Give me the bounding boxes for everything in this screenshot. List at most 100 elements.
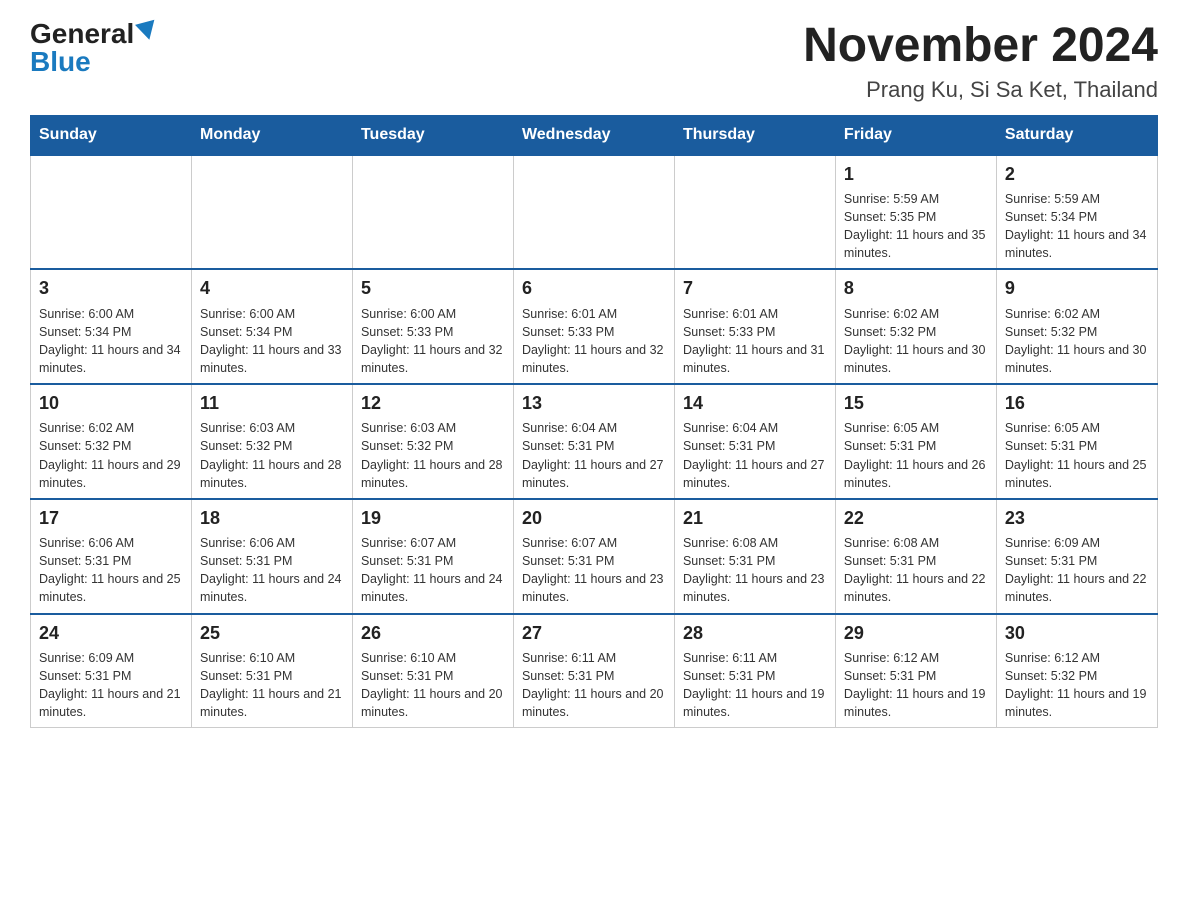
day-info: Sunrise: 6:10 AMSunset: 5:31 PMDaylight:… [361,649,505,722]
day-number: 14 [683,391,827,416]
calendar-day-cell: 23Sunrise: 6:09 AMSunset: 5:31 PMDayligh… [996,499,1157,614]
calendar-day-cell: 17 Sunrise: 6:06 AMSunset: 5:31 PMDayligh… [31,499,192,614]
day-info: Sunrise: 6:07 AMSunset: 5:31 PMDaylight:… [361,534,505,607]
calendar-day-cell: 13 Sunrise: 6:04 AMSunset: 5:31 PMDayligh… [513,384,674,499]
day-info: Sunrise: 6:00 AMSunset: 5:33 PMDaylight:… [361,305,505,378]
day-number: 30 [1005,621,1149,646]
day-info: Sunrise: 5:59 AMSunset: 5:35 PMDaylight:… [844,190,988,263]
day-number: 17 [39,506,183,531]
day-number: 3 [39,276,183,301]
calendar-day-cell: 6 Sunrise: 6:01 AMSunset: 5:33 PMDaylight… [513,269,674,384]
day-info: Sunrise: 6:08 AMSunset: 5:31 PMDaylight:… [844,534,988,607]
day-info: Sunrise: 6:00 AMSunset: 5:34 PMDaylight:… [200,305,344,378]
calendar-day-cell: 29Sunrise: 6:12 AMSunset: 5:31 PMDayligh… [835,614,996,728]
calendar-table: SundayMondayTuesdayWednesdayThursdayFrid… [30,115,1158,728]
calendar-week-row: 24 Sunrise: 6:09 AMSunset: 5:31 PMDayligh… [31,614,1158,728]
day-number: 27 [522,621,666,646]
calendar-day-cell: 22Sunrise: 6:08 AMSunset: 5:31 PMDayligh… [835,499,996,614]
day-info: Sunrise: 6:00 AMSunset: 5:34 PMDaylight:… [39,305,183,378]
calendar-day-cell: 24 Sunrise: 6:09 AMSunset: 5:31 PMDayligh… [31,614,192,728]
day-info: Sunrise: 6:01 AMSunset: 5:33 PMDaylight:… [683,305,827,378]
calendar-day-cell: 28 Sunrise: 6:11 AMSunset: 5:31 PMDayligh… [674,614,835,728]
day-info: Sunrise: 6:09 AMSunset: 5:31 PMDaylight:… [39,649,183,722]
day-info: Sunrise: 6:05 AMSunset: 5:31 PMDaylight:… [844,419,988,492]
day-info: Sunrise: 6:09 AMSunset: 5:31 PMDaylight:… [1005,534,1149,607]
day-number: 15 [844,391,988,416]
calendar-day-cell: 5Sunrise: 6:00 AMSunset: 5:33 PMDaylight… [352,269,513,384]
calendar-day-cell: 30 Sunrise: 6:12 AMSunset: 5:32 PMDayligh… [996,614,1157,728]
weekday-header-sunday: Sunday [31,115,192,155]
weekday-header-monday: Monday [191,115,352,155]
day-number: 13 [522,391,666,416]
day-info: Sunrise: 6:12 AMSunset: 5:31 PMDaylight:… [844,649,988,722]
day-info: Sunrise: 6:06 AMSunset: 5:31 PMDaylight:… [200,534,344,607]
day-number: 10 [39,391,183,416]
day-number: 2 [1005,162,1149,187]
day-number: 1 [844,162,988,187]
calendar-header: SundayMondayTuesdayWednesdayThursdayFrid… [31,115,1158,155]
title-area: November 2024 Prang Ku, Si Sa Ket, Thail… [803,20,1158,103]
calendar-day-cell [31,155,192,270]
page-header: General Blue November 2024 Prang Ku, Si … [30,20,1158,103]
logo-general-text: General [30,20,134,48]
calendar-day-cell: 27Sunrise: 6:11 AMSunset: 5:31 PMDayligh… [513,614,674,728]
weekday-header-saturday: Saturday [996,115,1157,155]
day-info: Sunrise: 6:04 AMSunset: 5:31 PMDaylight:… [683,419,827,492]
logo-triangle-icon [135,20,159,43]
day-info: Sunrise: 6:05 AMSunset: 5:31 PMDaylight:… [1005,419,1149,492]
calendar-day-cell: 9Sunrise: 6:02 AMSunset: 5:32 PMDaylight… [996,269,1157,384]
day-number: 25 [200,621,344,646]
weekday-header-tuesday: Tuesday [352,115,513,155]
day-number: 18 [200,506,344,531]
calendar-day-cell: 12Sunrise: 6:03 AMSunset: 5:32 PMDayligh… [352,384,513,499]
calendar-day-cell: 20 Sunrise: 6:07 AMSunset: 5:31 PMDayligh… [513,499,674,614]
day-info: Sunrise: 6:02 AMSunset: 5:32 PMDaylight:… [39,419,183,492]
day-info: Sunrise: 6:04 AMSunset: 5:31 PMDaylight:… [522,419,666,492]
day-number: 20 [522,506,666,531]
calendar-week-row: 10 Sunrise: 6:02 AMSunset: 5:32 PMDayligh… [31,384,1158,499]
logo-blue-text: Blue [30,46,91,77]
weekday-header-row: SundayMondayTuesdayWednesdayThursdayFrid… [31,115,1158,155]
calendar-day-cell: 7Sunrise: 6:01 AMSunset: 5:33 PMDaylight… [674,269,835,384]
calendar-day-cell: 1 Sunrise: 5:59 AMSunset: 5:35 PMDaylight… [835,155,996,270]
calendar-day-cell [674,155,835,270]
weekday-header-thursday: Thursday [674,115,835,155]
day-info: Sunrise: 6:12 AMSunset: 5:32 PMDaylight:… [1005,649,1149,722]
day-info: Sunrise: 6:11 AMSunset: 5:31 PMDaylight:… [683,649,827,722]
logo: General Blue [30,20,157,78]
calendar-day-cell: 14 Sunrise: 6:04 AMSunset: 5:31 PMDayligh… [674,384,835,499]
calendar-day-cell [513,155,674,270]
day-number: 4 [200,276,344,301]
calendar-day-cell: 19 Sunrise: 6:07 AMSunset: 5:31 PMDayligh… [352,499,513,614]
day-info: Sunrise: 6:06 AMSunset: 5:31 PMDaylight:… [39,534,183,607]
day-number: 24 [39,621,183,646]
day-number: 16 [1005,391,1149,416]
calendar-body: 1 Sunrise: 5:59 AMSunset: 5:35 PMDaylight… [31,155,1158,728]
weekday-header-friday: Friday [835,115,996,155]
calendar-day-cell [352,155,513,270]
calendar-day-cell: 11 Sunrise: 6:03 AMSunset: 5:32 PMDayligh… [191,384,352,499]
day-number: 8 [844,276,988,301]
day-info: Sunrise: 6:03 AMSunset: 5:32 PMDaylight:… [200,419,344,492]
calendar-week-row: 17 Sunrise: 6:06 AMSunset: 5:31 PMDayligh… [31,499,1158,614]
day-info: Sunrise: 6:03 AMSunset: 5:32 PMDaylight:… [361,419,505,492]
day-number: 28 [683,621,827,646]
month-title: November 2024 [803,20,1158,73]
calendar-day-cell: 3 Sunrise: 6:00 AMSunset: 5:34 PMDaylight… [31,269,192,384]
day-number: 26 [361,621,505,646]
day-info: Sunrise: 6:07 AMSunset: 5:31 PMDaylight:… [522,534,666,607]
calendar-week-row: 3 Sunrise: 6:00 AMSunset: 5:34 PMDaylight… [31,269,1158,384]
day-number: 9 [1005,276,1149,301]
day-info: Sunrise: 6:01 AMSunset: 5:33 PMDaylight:… [522,305,666,378]
calendar-day-cell: 16 Sunrise: 6:05 AMSunset: 5:31 PMDayligh… [996,384,1157,499]
calendar-day-cell: 26 Sunrise: 6:10 AMSunset: 5:31 PMDayligh… [352,614,513,728]
calendar-day-cell: 4 Sunrise: 6:00 AMSunset: 5:34 PMDaylight… [191,269,352,384]
day-info: Sunrise: 6:10 AMSunset: 5:31 PMDaylight:… [200,649,344,722]
day-info: Sunrise: 6:08 AMSunset: 5:31 PMDaylight:… [683,534,827,607]
day-number: 11 [200,391,344,416]
calendar-day-cell: 25 Sunrise: 6:10 AMSunset: 5:31 PMDayligh… [191,614,352,728]
day-number: 19 [361,506,505,531]
weekday-header-wednesday: Wednesday [513,115,674,155]
day-number: 6 [522,276,666,301]
calendar-day-cell: 10 Sunrise: 6:02 AMSunset: 5:32 PMDayligh… [31,384,192,499]
